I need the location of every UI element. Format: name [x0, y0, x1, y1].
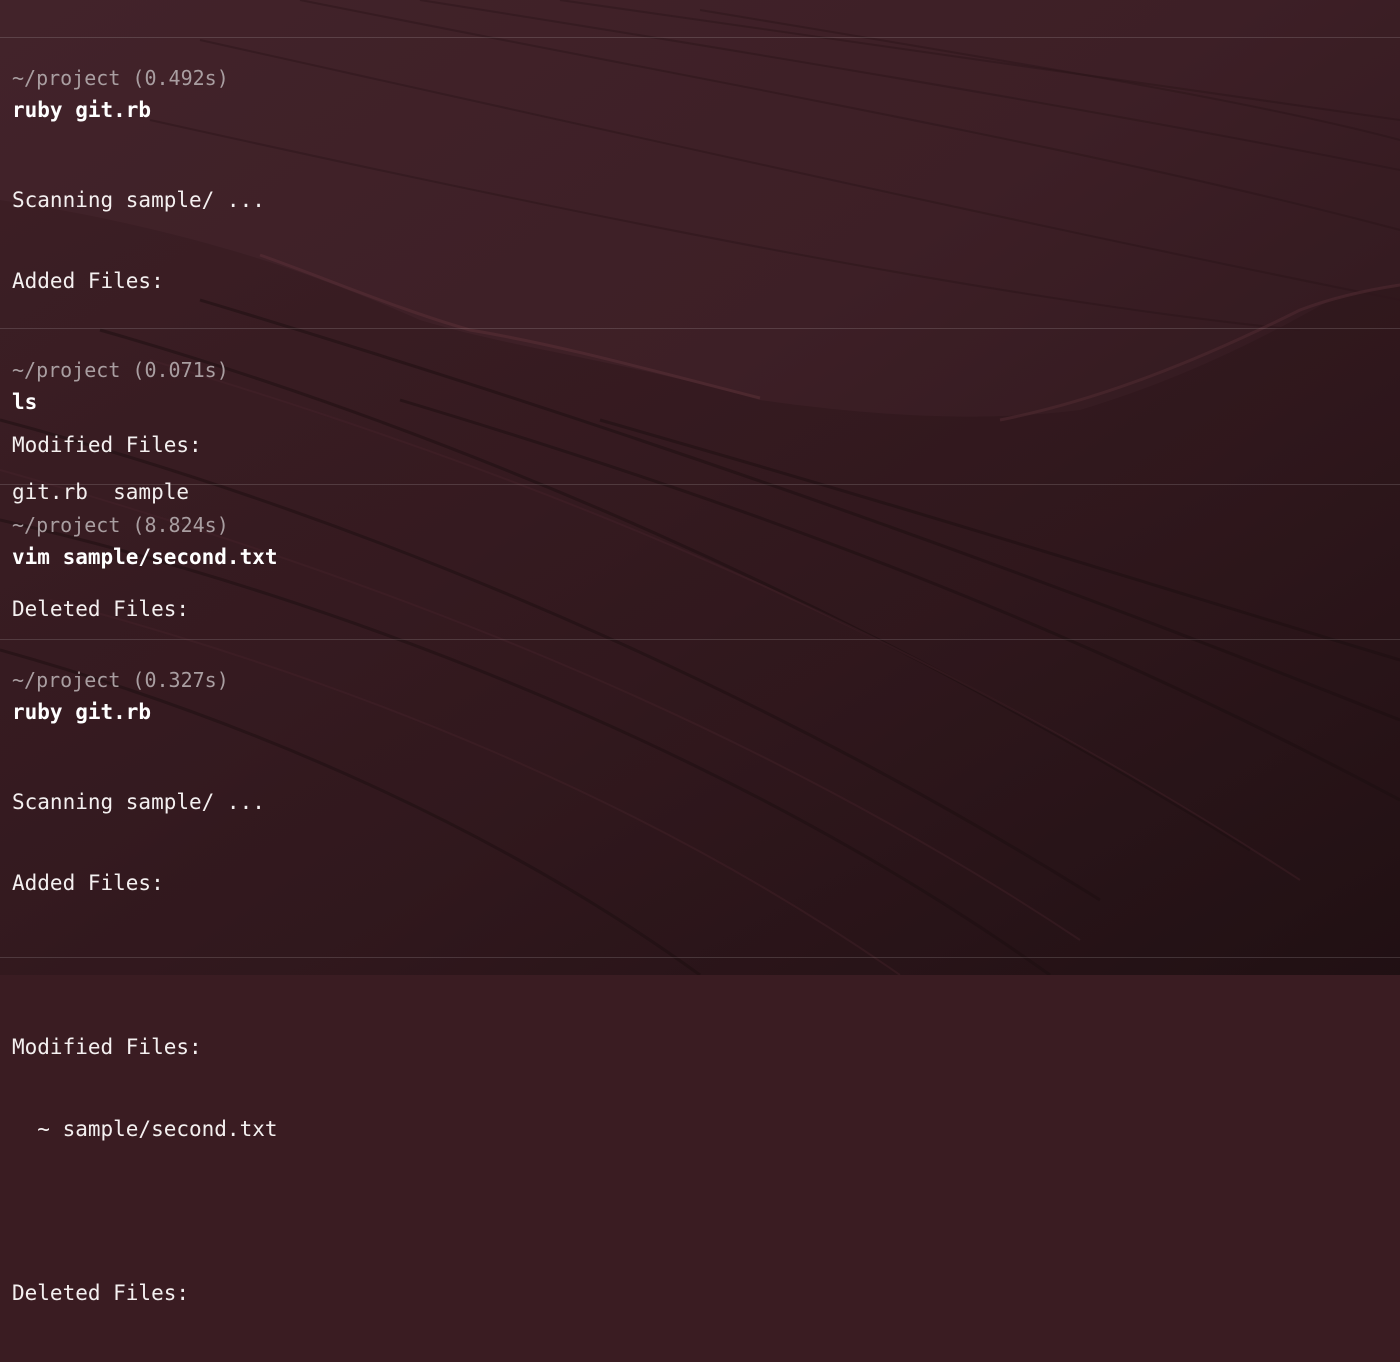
block-divider — [0, 957, 1400, 958]
command-block[interactable]: ~/project (8.824s) vim sample/second.txt — [12, 513, 1392, 569]
command-text: vim sample/second.txt — [12, 545, 278, 569]
prompt-path: ~/project (0.071s) — [12, 358, 229, 382]
block-divider — [0, 639, 1400, 640]
output-line: Modified Files: — [12, 1035, 202, 1060]
command-output: Scanning sample/ ... Added Files: Modifi… — [12, 734, 1392, 1362]
block-divider — [0, 37, 1400, 38]
output-line: Scanning sample/ ... — [12, 187, 265, 212]
output-line: Deleted Files: — [12, 597, 190, 622]
prompt-path: ~/project (8.824s) — [12, 513, 229, 537]
prompt-path: ~/project (0.492s) — [12, 66, 229, 90]
command-text: ls — [12, 390, 38, 414]
command-block[interactable]: ~/project (0.327s) ruby git.rb Scanning … — [12, 668, 1392, 1362]
prompt-path: ~/project (0.327s) — [12, 668, 229, 692]
command-text: ruby git.rb — [12, 98, 152, 122]
output-line: Added Files: — [12, 871, 164, 896]
output-line: Deleted Files: — [12, 1280, 190, 1305]
block-divider — [0, 328, 1400, 329]
output-line: Scanning sample/ ... — [12, 789, 265, 814]
command-text: ruby git.rb — [12, 700, 152, 724]
output-line: ~ sample/second.txt — [12, 1117, 278, 1142]
output-line: git.rb sample — [12, 479, 190, 504]
terminal-window[interactable]: ~/project (0.492s) ruby git.rb Scanning … — [0, 0, 1400, 1305]
output-line: Added Files: — [12, 269, 164, 294]
block-divider — [0, 484, 1400, 485]
